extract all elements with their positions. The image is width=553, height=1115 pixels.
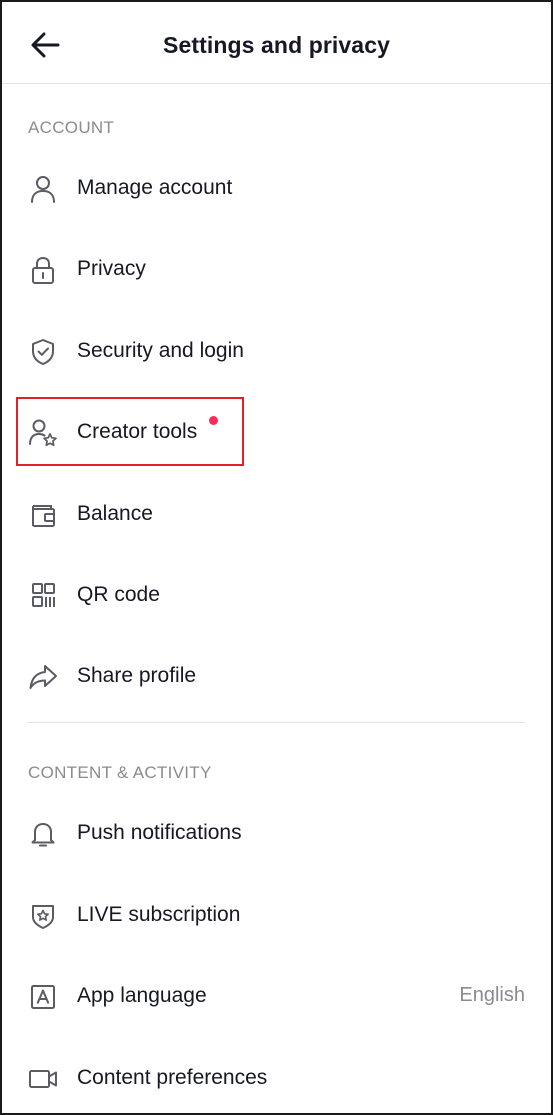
qr-code-icon bbox=[28, 581, 58, 611]
highlight-box bbox=[16, 397, 244, 466]
menu-item-app-language[interactable]: App language English bbox=[2, 966, 551, 1026]
app-language-value: English bbox=[459, 984, 525, 1006]
video-camera-icon bbox=[28, 1064, 58, 1094]
menu-item-privacy[interactable]: Privacy bbox=[2, 239, 551, 299]
section-label-account: ACCOUNT bbox=[28, 118, 115, 137]
menu-item-share-profile[interactable]: Share profile bbox=[2, 646, 551, 706]
language-a-icon bbox=[28, 982, 58, 1012]
header-bar: Settings and privacy bbox=[2, 2, 551, 84]
menu-item-security-and-login[interactable]: Security and login bbox=[2, 321, 551, 381]
shield-check-icon bbox=[28, 337, 58, 367]
section-label-content-activity: CONTENT & ACTIVITY bbox=[28, 763, 212, 782]
menu-item-label: QR code bbox=[77, 583, 160, 606]
menu-item-qr-code[interactable]: QR code bbox=[2, 565, 551, 625]
bell-icon bbox=[28, 819, 58, 849]
menu-item-label: Security and login bbox=[77, 339, 244, 362]
menu-item-label: App language bbox=[77, 984, 207, 1007]
menu-item-label: Share profile bbox=[77, 664, 197, 687]
badge-star-icon bbox=[28, 901, 58, 931]
menu-item-label: Balance bbox=[77, 502, 153, 525]
menu-item-live-subscription[interactable]: LIVE subscription bbox=[2, 885, 551, 945]
menu-item-label: Privacy bbox=[77, 257, 146, 280]
menu-item-label: Manage account bbox=[77, 176, 233, 199]
page-title: Settings and privacy bbox=[163, 32, 390, 58]
person-icon bbox=[28, 174, 58, 204]
menu-item-manage-account[interactable]: Manage account bbox=[2, 158, 551, 218]
share-arrow-icon bbox=[28, 662, 58, 692]
wallet-icon bbox=[28, 500, 58, 530]
settings-screen: Settings and privacy ACCOUNT Manage acco… bbox=[0, 0, 553, 1115]
menu-item-label: Push notifications bbox=[77, 821, 242, 844]
menu-item-push-notifications[interactable]: Push notifications bbox=[2, 803, 551, 863]
menu-item-content-preferences[interactable]: Content preferences bbox=[2, 1048, 551, 1108]
lock-icon bbox=[28, 255, 58, 285]
menu-item-balance[interactable]: Balance bbox=[2, 484, 551, 544]
menu-item-label: Content preferences bbox=[77, 1066, 268, 1089]
menu-item-label: LIVE subscription bbox=[77, 903, 241, 926]
section-divider bbox=[28, 722, 525, 723]
